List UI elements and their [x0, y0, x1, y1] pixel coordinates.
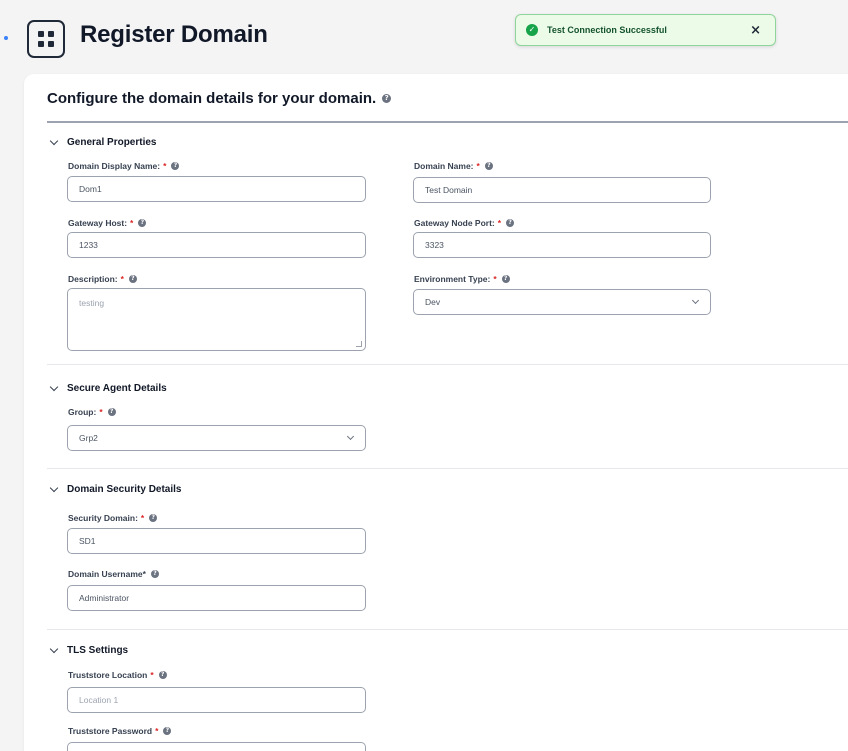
help-icon[interactable]: ? [484, 162, 493, 170]
help-icon[interactable]: ? [171, 162, 180, 170]
section-divider [47, 629, 848, 630]
chevron-down-icon [346, 432, 355, 441]
help-icon[interactable]: ? [501, 275, 510, 283]
help-icon[interactable]: ? [149, 514, 158, 522]
display-name-input[interactable]: Dom1 [67, 176, 366, 202]
group-label: Group: * ? [68, 407, 116, 417]
description-label: Description: * ? [68, 274, 137, 284]
page-title: Register Domain [80, 21, 268, 48]
help-icon[interactable]: ? [163, 727, 172, 735]
app-grid-icon [27, 20, 65, 58]
card-heading: Configure the domain details for your do… [47, 90, 392, 107]
help-icon[interactable]: ? [138, 219, 147, 227]
environment-type-select[interactable]: Dev [413, 289, 711, 315]
gateway-port-input[interactable]: 3323 [413, 232, 711, 258]
section-divider [47, 468, 848, 469]
domain-name-input[interactable]: Test Domain [413, 177, 711, 203]
gateway-port-label: Gateway Node Port: * ? [414, 218, 515, 228]
section-toggle-general[interactable]: General Properties [49, 136, 156, 148]
display-name-label: Domain Display Name: * ? [68, 161, 180, 171]
truststore-password-input[interactable] [67, 742, 366, 751]
help-icon[interactable]: ? [158, 671, 167, 679]
check-circle-icon: ✓ [526, 24, 538, 36]
section-divider [47, 364, 848, 365]
domain-name-label: Domain Name: * ? [414, 161, 493, 171]
truststore-location-label: Truststore Location * ? [68, 670, 167, 680]
security-domain-label: Security Domain: * ? [68, 513, 158, 523]
heading-divider [47, 121, 848, 123]
section-toggle-tls[interactable]: TLS Settings [49, 644, 128, 656]
help-icon[interactable]: ? [128, 275, 137, 283]
close-icon[interactable]: × [750, 23, 761, 38]
help-icon[interactable]: ? [150, 570, 159, 578]
nav-dot [4, 36, 8, 40]
toast-message: Test Connection Successful [547, 25, 667, 35]
help-icon[interactable]: ? [107, 408, 116, 416]
description-textarea[interactable]: testing [67, 288, 366, 351]
group-select[interactable]: Grp2 [67, 425, 366, 451]
chevron-down-icon [691, 296, 700, 305]
gateway-host-input[interactable]: 1233 [67, 232, 366, 258]
environment-type-label: Environment Type: * ? [414, 274, 510, 284]
section-toggle-security[interactable]: Domain Security Details [49, 483, 181, 495]
domain-username-input[interactable]: Administrator [67, 585, 366, 611]
help-icon[interactable]: ? [506, 219, 515, 227]
resize-handle[interactable] [356, 341, 362, 347]
domain-username-label: Domain Username* ? [68, 569, 159, 579]
section-toggle-agent[interactable]: Secure Agent Details [49, 382, 167, 394]
success-toast: ✓ Test Connection Successful × [515, 14, 776, 46]
truststore-location-input[interactable]: Location 1 [67, 687, 366, 713]
chevron-down-icon [49, 483, 59, 492]
chevron-down-icon [49, 382, 59, 391]
truststore-password-label: Truststore Password * ? [68, 726, 172, 736]
chevron-down-icon [49, 136, 59, 145]
gateway-host-label: Gateway Host: * ? [68, 218, 147, 228]
security-domain-input[interactable]: SD1 [67, 528, 366, 554]
chevron-down-icon [49, 644, 59, 653]
help-icon[interactable]: ? [382, 94, 392, 103]
